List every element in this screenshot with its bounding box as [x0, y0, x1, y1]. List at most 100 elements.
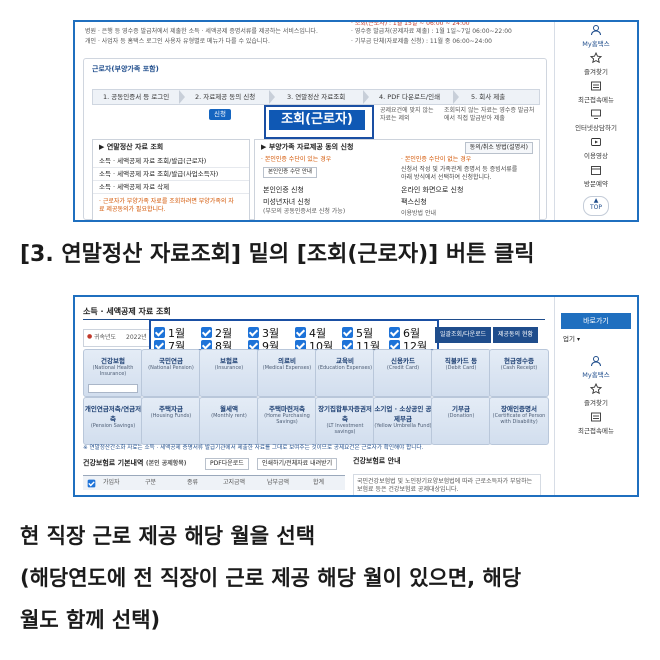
quick-my-hometax[interactable]: My홈택스: [555, 24, 637, 48]
th-billed: 고지금액: [223, 479, 246, 486]
table-title-unit: (본인 공제항목): [145, 460, 187, 467]
category-title: 국민연금: [159, 357, 183, 365]
category-card-1-4[interactable]: 의료비 (Medical Expenses): [257, 349, 317, 397]
health-insurance-input[interactable]: [88, 384, 138, 393]
no-auth-title: · 본인인증 수단이 없는 경우: [401, 156, 472, 163]
category-card-1-3[interactable]: 보험료 (Insurance): [199, 349, 259, 397]
required-marker: ●: [87, 333, 93, 340]
chevron-up-icon: ▲: [593, 197, 599, 204]
year-filter: ● 귀속년도 2022년: [83, 329, 155, 347]
premium-table-header: 가입자 구분 종류 고지금액 납부금액 합계: [83, 475, 345, 490]
consent-status-button[interactable]: 제공동의 현황: [493, 327, 539, 343]
category-card-2-8[interactable]: 장애인증명서 (Certificate of Person with Disabi…: [489, 397, 549, 445]
panel-lookup-title: ▶ 연말정산 자료 조회: [99, 143, 164, 151]
lookup-item-delete[interactable]: 소득 · 세액공제 자료 삭제: [93, 182, 249, 194]
category-title: 개인연금저축/연금저축: [84, 405, 142, 423]
panel-consent: ▶ 부양가족 자료제공 동의 신청 동의/취소 방법(설명서) · 본인인증 수…: [254, 139, 540, 220]
category-card-2-2[interactable]: 주택자금 (Housing Funds): [141, 397, 201, 445]
quick-my-label: My홈택스: [582, 40, 610, 48]
step-4: 4. PDF 다운로드/인쇄: [379, 93, 441, 101]
recent-menu-icon: [591, 81, 601, 91]
quick-video-label: 이용영상: [584, 152, 608, 160]
category-title: 주택마련저축: [269, 405, 305, 413]
no-auth-text: 신청서 작성 및 가족관계 증명서 등 증빙서류를 아래 방식에서 선택하여 신…: [401, 166, 518, 181]
quick-visit[interactable]: 방문예약: [555, 164, 637, 188]
quick-favorites[interactable]: 즐겨찾기: [555, 52, 637, 76]
category-card-1-2[interactable]: 국민연금 (National Pension): [141, 349, 201, 397]
row-self-auth[interactable]: 본인인증 신청: [263, 186, 304, 195]
lookup-worker-button[interactable]: 조회(근로자): [269, 110, 365, 130]
category-subtitle: (Donation): [447, 413, 475, 419]
step-1: 1. 공동인증서 등 로그인: [103, 93, 170, 101]
category-subtitle: (Certificate of Person with Disability): [492, 413, 546, 425]
screenshot-hometax-main: 병원 · 은행 등 영수증 발급처에서 제출한 소득 · 세액공제 증명서류를 …: [73, 20, 639, 222]
category-subtitle: (Housing Funds): [150, 413, 192, 419]
row-online[interactable]: 온라인 화면으로 신청: [401, 186, 463, 195]
category-title: 현금영수증: [504, 357, 534, 365]
star-icon: [590, 52, 602, 64]
quick2-recent[interactable]: 최근접속메뉴: [555, 411, 637, 435]
panel-consent-title: ▶ 부양가족 자료제공 동의 신청: [261, 143, 354, 151]
section-title: 근로자(부양가족 포함): [92, 65, 159, 73]
category-subtitle: (National Health Insurance): [92, 365, 134, 377]
quick2-favorites[interactable]: 즐겨찾기: [555, 383, 637, 407]
category-card-2-4[interactable]: 주택마련저축 (Home Purchasing Savings): [257, 397, 317, 445]
row-fax[interactable]: 팩스신청: [401, 198, 427, 207]
category-subtitle: (LT Investment savings): [326, 423, 364, 435]
category-card-2-3[interactable]: 월세액 (Monthly rent): [199, 397, 259, 445]
category-title: 소기업 · 소상공인 공제부금: [374, 405, 432, 423]
print-all-button[interactable]: 인쇄하기/전체자료 내려받기: [257, 458, 338, 470]
quick-recent-label: 최근접속메뉴: [578, 96, 614, 104]
caption-step-2-line-2: (해당연도에 전 직장이 근로 제공 해당 월이 있으면, 해당: [20, 566, 522, 590]
category-title: 장애인증명서: [501, 405, 537, 413]
category-title: 보험료: [220, 357, 238, 365]
auth-guide-button[interactable]: 본인인증 수단 안내: [263, 167, 317, 178]
lookup-item-business[interactable]: 소득 · 세액공제 자료 조회/발급(사업소득자): [93, 169, 249, 181]
month-selection-box: 1월 2월 3월 4월 5월 6월 7월 8월 9월 10월 11월 12월: [149, 319, 439, 353]
category-title: 교육비: [336, 357, 354, 365]
category-title: 건강보험: [101, 357, 125, 365]
row-minor[interactable]: 미성년자녀 신청: [263, 198, 310, 207]
bulk-download-button[interactable]: 일괄조회/다운로드: [435, 327, 492, 343]
category-card-1-6[interactable]: 신용카드 (Credit Card): [373, 349, 433, 397]
table-title: 건강보험료 기본내역 (본인 공제항목): [83, 459, 187, 468]
category-card-2-6[interactable]: 소기업 · 소상공인 공제부금 (Yellow Umbrella Fund): [373, 397, 433, 445]
panel-lookup: ▶ 연말정산 자료 조회 소득 · 세액공제 자료 조회/발급(근로자) 소득 …: [92, 139, 250, 220]
category-card-2-1[interactable]: 개인연금저축/연금저축 (Pension Savings): [83, 397, 143, 445]
apply-button[interactable]: 신청: [209, 109, 231, 120]
quick-visit-label: 방문예약: [584, 180, 608, 188]
pdf-download-button[interactable]: PDF다운로드: [205, 458, 249, 470]
category-title: 월세액: [220, 405, 238, 413]
lookup-item-worker[interactable]: 소득 · 세액공제 자료 조회/발급(근로자): [93, 156, 249, 168]
category-card-1-7[interactable]: 직불카드 등 (Debit Card): [431, 349, 491, 397]
consent-guide-button[interactable]: 동의/취소 방법(설명서): [464, 142, 533, 154]
category-subtitle: (Medical Expenses): [262, 365, 312, 371]
year-select[interactable]: 2022년: [126, 334, 147, 342]
simplified-data-warning: ※ 연말정산간소화 자료는 소득 · 세액공제 증명서류 발급기관에서 제출한 …: [83, 445, 424, 451]
category-card-1-5[interactable]: 교육비 (Education Expenses): [315, 349, 375, 397]
category-card-2-5[interactable]: 장기집합투자증권저축 (LT Investment savings): [315, 397, 375, 445]
top-button[interactable]: ▲ TOP: [583, 196, 609, 216]
category-title: 주택자금: [159, 405, 183, 413]
insurance-guide-text: 국민건강보험법 및 노인장기요양보험법에 따라 근로소득자가 부담하는 보험료 …: [353, 474, 541, 495]
quick-recent[interactable]: 최근접속메뉴: [555, 80, 637, 104]
quick-consult[interactable]: 인터넷상담하기: [555, 108, 637, 132]
th-category: 구분: [145, 479, 157, 486]
category-card-1-8[interactable]: 현금영수증 (Cash Receipt): [489, 349, 549, 397]
category-card-1-1[interactable]: 건강보험 (National Health Insurance): [83, 349, 143, 397]
chevron-down-icon: ▾: [577, 336, 581, 343]
quick2-my-hometax[interactable]: My홈택스: [555, 355, 637, 379]
category-subtitle: (Insurance): [214, 365, 244, 371]
select-all-checkbox[interactable]: [87, 479, 96, 488]
th-subscriber: 가입자: [103, 479, 120, 486]
panel-lookup-note: · 근로자가 부양가족 자료를 조회하려면 부양가족의 자료 제공동의가 필요합…: [99, 198, 234, 213]
star-icon: [590, 383, 602, 395]
quick-favorites-label: 즐겨찾기: [584, 68, 608, 76]
category-card-2-7[interactable]: 기부금 (Donation): [431, 397, 491, 445]
notice-right-1: · 조회(근로자) : 1월 15일 ~ 06:00 ~ 24:00: [351, 20, 470, 27]
shortcut-select[interactable]: 업기 ▾: [563, 333, 629, 345]
note-direct: 조회되지 않는 자료는 영수증 발급처에서 직접 발급받아 제출: [444, 107, 535, 122]
shortcut-select-value: 업기: [563, 335, 575, 343]
quick-video[interactable]: 이용영상: [555, 136, 637, 160]
row-usage[interactable]: 이용방법 안내: [401, 210, 436, 218]
